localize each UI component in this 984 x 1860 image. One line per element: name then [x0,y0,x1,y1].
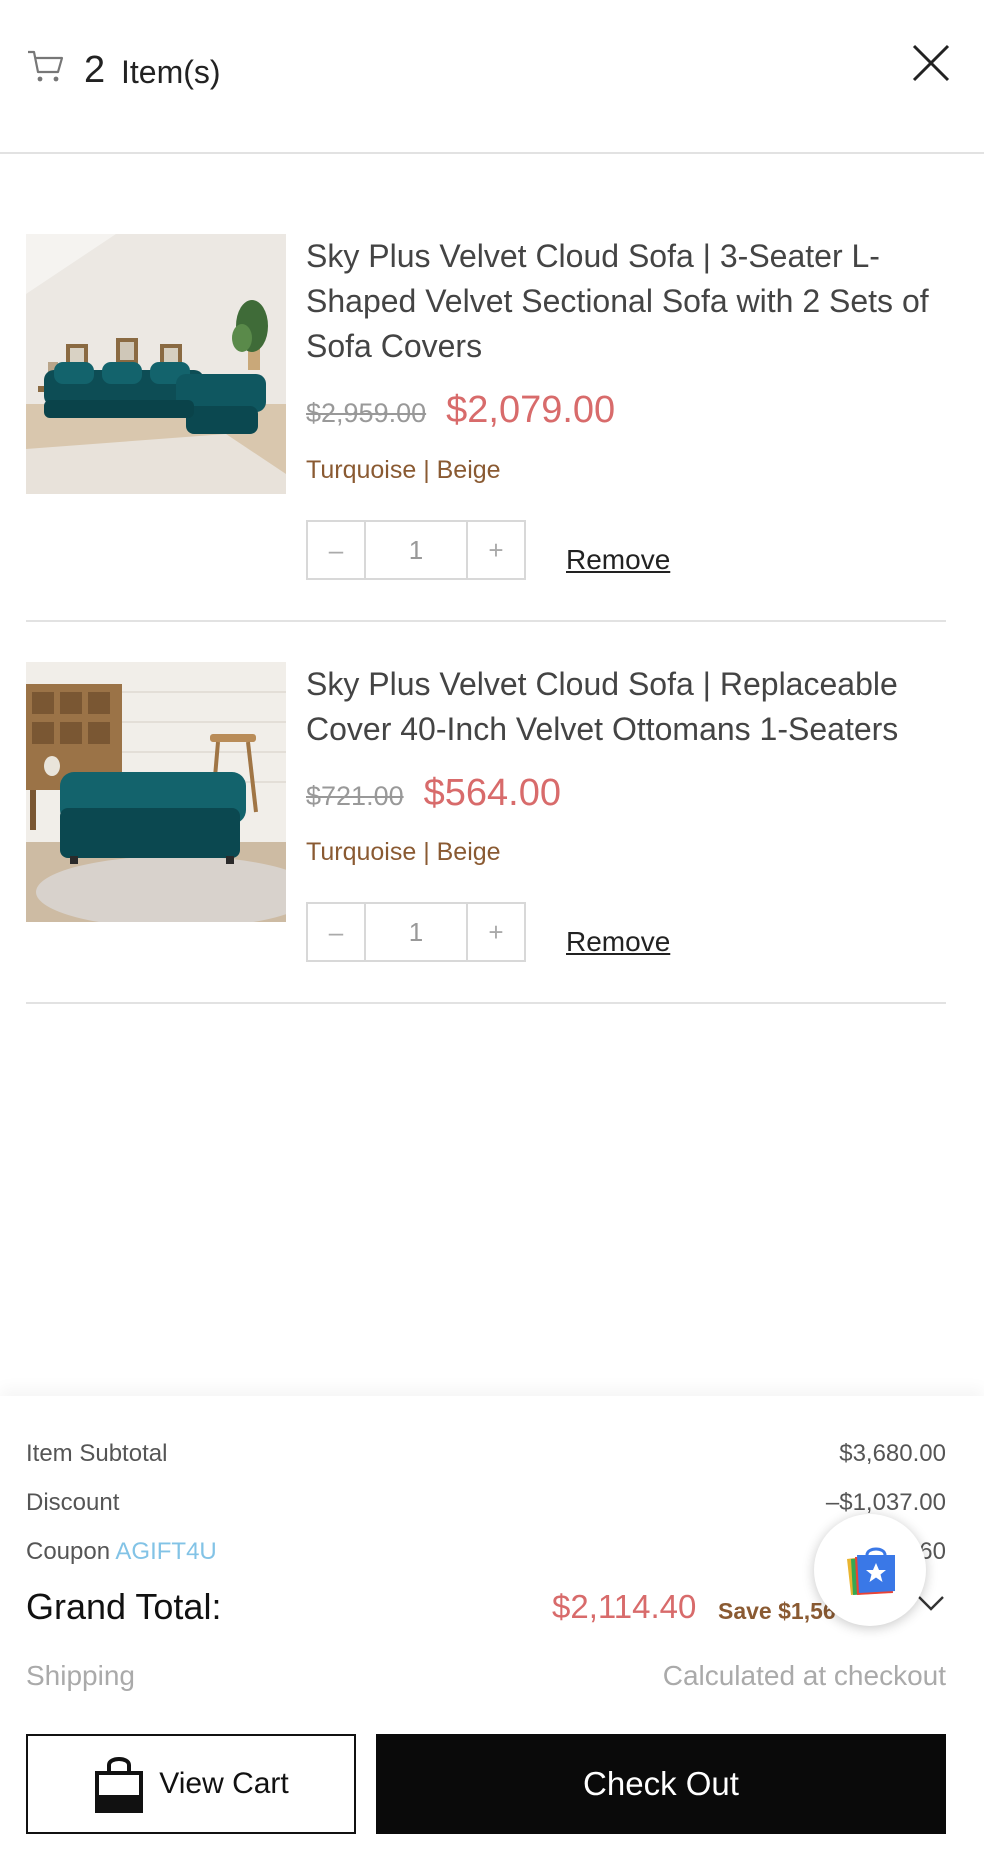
discount-label: Discount [26,1489,120,1516]
cart-icon [28,50,64,82]
savings-text: Save $1,56 [718,1598,836,1624]
increase-quantity-button[interactable]: + [466,520,526,580]
shopping-bag-star-icon[interactable] [814,1514,926,1626]
original-price: $721.00 [306,781,404,811]
view-cart-label: View Cart [159,1767,289,1800]
product-image-ottoman[interactable] [26,662,286,922]
coupon-label-group: Coupon AGIFT4U [26,1538,217,1566]
cart-item: Sky Plus Velvet Cloud Sofa | 3-Seater L-… [26,234,946,622]
shopping-bag-icon [95,1757,144,1813]
quantity-value[interactable]: 1 [366,520,466,580]
coupon-label: Coupon [26,1538,111,1565]
subtotal-label: Item Subtotal [26,1440,168,1467]
remove-button[interactable]: Remove [566,926,670,958]
items-label: Item(s) [121,54,221,90]
item-count: 2 [84,49,106,91]
cart-item: Sky Plus Velvet Cloud Sofa | Replaceable… [26,662,946,1004]
checkout-button[interactable]: Check Out [376,1734,946,1834]
quantity-stepper: – 1 + [306,520,526,580]
discount-value: –$1,037.00 [825,1489,946,1516]
discount-row: Discount –$1,037.00 [26,1489,946,1517]
product-title[interactable]: Sky Plus Velvet Cloud Sofa | 3-Seater L-… [306,234,946,369]
close-icon[interactable] [908,40,954,86]
chevron-down-icon[interactable] [916,1592,946,1614]
cart-header: 2 Item(s) [0,0,984,154]
decrease-quantity-button[interactable]: – [306,520,366,580]
subtotal-value: $3,680.00 [839,1440,946,1467]
shipping-row: Shipping Calculated at checkout [26,1660,946,1692]
quantity-value[interactable]: 1 [366,902,466,962]
subtotal-row: Item Subtotal $3,680.00 [26,1440,946,1468]
product-title[interactable]: Sky Plus Velvet Cloud Sofa | Replaceable… [306,662,946,752]
shipping-value: Calculated at checkout [662,1660,946,1691]
shipping-label: Shipping [26,1660,135,1691]
remove-button[interactable]: Remove [566,544,670,576]
increase-quantity-button[interactable]: + [466,902,526,962]
coupon-code[interactable]: AGIFT4U [115,1538,216,1565]
quantity-stepper: – 1 + [306,902,526,962]
price-row: $721.00 $564.00 [306,772,561,815]
product-image-sectional-sofa[interactable] [26,234,286,494]
grand-total-label: Grand Total: [26,1586,222,1627]
variant-label: Turquoise | Beige [306,838,501,866]
price-row: $2,959.00 $2,079.00 [306,389,615,432]
sale-price: $564.00 [423,772,561,814]
original-price: $2,959.00 [306,398,427,428]
variant-label: Turquoise | Beige [306,456,501,484]
decrease-quantity-button[interactable]: – [306,902,366,962]
coupon-row: Coupon AGIFT4U 60 [26,1538,946,1566]
grand-total-value: $2,114.40 [552,1588,697,1625]
view-cart-button[interactable]: View Cart [26,1734,356,1834]
sale-price: $2,079.00 [446,389,616,431]
